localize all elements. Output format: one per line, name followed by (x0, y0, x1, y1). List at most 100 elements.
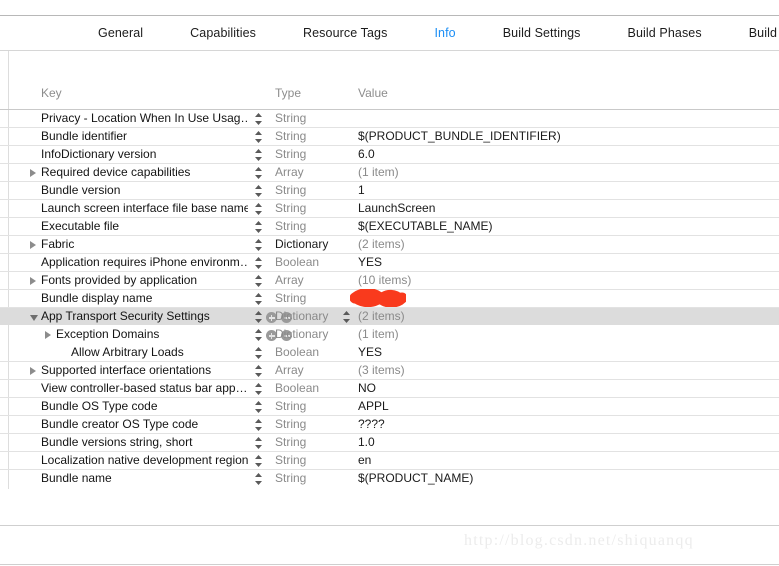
table-row[interactable]: Privacy - Location When In Use Usag… Stri… (0, 109, 779, 127)
cell-type[interactable]: String (275, 290, 353, 307)
key-type-stepper-icon[interactable] (253, 237, 264, 253)
key-type-stepper-icon[interactable] (253, 255, 264, 271)
cell-value[interactable]: LaunchScreen (358, 200, 758, 217)
cell-key[interactable]: Localization native development region (26, 452, 248, 469)
tab-info[interactable]: Info (434, 26, 455, 40)
cell-key[interactable]: Bundle creator OS Type code (26, 416, 248, 433)
table-row[interactable]: View controller-based status bar app… Boo… (0, 379, 779, 397)
key-type-stepper-icon[interactable] (253, 147, 264, 163)
tab-general[interactable]: General (98, 26, 143, 40)
table-row[interactable]: Required device capabilities Array (1 item… (0, 163, 779, 181)
tab-build-settings[interactable]: Build Settings (503, 26, 581, 40)
table-row[interactable]: Exception Domains Dictionary (1 item) (0, 325, 779, 343)
table-row[interactable]: InfoDictionary version String 6.0 (0, 145, 779, 163)
key-type-stepper-icon[interactable] (253, 309, 264, 325)
cell-value[interactable]: (1 item) (358, 164, 758, 181)
cell-value[interactable]: (3 items) (358, 362, 758, 379)
cell-type[interactable]: String (275, 146, 353, 163)
cell-value[interactable]: $(PRODUCT_BUNDLE_IDENTIFIER) (358, 128, 758, 145)
cell-value[interactable]: APPL (358, 398, 758, 415)
tab-build-phases[interactable]: Build Phases (628, 26, 702, 40)
table-row[interactable]: Fabric Dictionary (2 items) (0, 235, 779, 253)
tab-capabilities[interactable]: Capabilities (190, 26, 256, 40)
key-type-stepper-icon[interactable] (253, 345, 264, 361)
cell-value[interactable]: $(EXECUTABLE_NAME) (358, 218, 758, 235)
table-row[interactable]: Bundle OS Type code String APPL (0, 397, 779, 415)
cell-type[interactable]: String (275, 452, 353, 469)
cell-value[interactable]: YES (358, 254, 758, 271)
cell-value[interactable]: (2 items) (358, 236, 758, 253)
cell-type[interactable]: String (275, 470, 353, 487)
cell-key[interactable]: Executable file (26, 218, 248, 235)
cell-key[interactable]: Privacy - Location When In Use Usag… (26, 110, 248, 127)
key-type-stepper-icon[interactable] (253, 363, 264, 379)
cell-type[interactable]: Boolean (275, 380, 353, 397)
cell-type[interactable]: String (275, 182, 353, 199)
cell-type[interactable]: String (275, 398, 353, 415)
cell-key[interactable]: Bundle identifier (26, 128, 248, 145)
cell-key[interactable]: Fabric (26, 236, 248, 253)
table-row[interactable]: Supported interface orientations Array (3 … (0, 361, 779, 379)
cell-value[interactable]: en (358, 452, 758, 469)
table-row[interactable]: Bundle version String 1 (0, 181, 779, 199)
table-row[interactable]: Bundle creator OS Type code String???? (0, 415, 779, 433)
cell-key[interactable]: Bundle version (26, 182, 248, 199)
cell-type[interactable]: String (275, 128, 353, 145)
cell-key[interactable]: Fonts provided by application (26, 272, 248, 289)
column-header-type[interactable]: Type (275, 86, 301, 100)
cell-key[interactable]: Supported interface orientations (26, 362, 248, 379)
key-type-stepper-icon[interactable] (253, 129, 264, 145)
cell-key[interactable]: View controller-based status bar app… (26, 380, 248, 397)
cell-type[interactable]: String (275, 218, 353, 235)
table-row[interactable]: Bundle versions string, short String 1.0 (0, 433, 779, 451)
cell-key[interactable]: InfoDictionary version (26, 146, 248, 163)
cell-type[interactable]: String (275, 434, 353, 451)
cell-type[interactable]: String (275, 416, 353, 433)
cell-value[interactable] (358, 110, 758, 127)
table-row[interactable]: Allow Arbitrary Loads Boolean YES (0, 343, 779, 361)
cell-key[interactable]: Exception Domains (26, 326, 248, 343)
cell-type[interactable]: Boolean (275, 254, 353, 271)
cell-type[interactable]: Array (275, 164, 353, 181)
value-type-stepper-icon[interactable] (341, 309, 352, 325)
cell-key[interactable]: Bundle name (26, 470, 248, 487)
key-type-stepper-icon[interactable] (253, 327, 264, 343)
tab-build-rules[interactable]: Build Rules (749, 26, 779, 40)
cell-value[interactable] (358, 290, 758, 307)
key-type-stepper-icon[interactable] (253, 417, 264, 433)
key-type-stepper-icon[interactable] (253, 111, 264, 127)
cell-key[interactable]: Bundle display name (26, 290, 248, 307)
cell-key[interactable]: Launch screen interface file base name (26, 200, 248, 217)
key-type-stepper-icon[interactable] (253, 201, 264, 217)
table-row[interactable]: Launch screen interface file base name St… (0, 199, 779, 217)
cell-type[interactable]: Array (275, 272, 353, 289)
cell-key[interactable]: Required device capabilities (26, 164, 248, 181)
key-type-stepper-icon[interactable] (253, 471, 264, 487)
tab-resource-tags[interactable]: Resource Tags (303, 26, 387, 40)
cell-value[interactable]: ???? (358, 416, 758, 433)
cell-value[interactable]: YES (358, 344, 758, 361)
table-row[interactable]: Bundle identifier String $(PRODUCT_BUNDLE_… (0, 127, 779, 145)
cell-type[interactable]: Dictionary (275, 326, 353, 343)
key-type-stepper-icon[interactable] (253, 291, 264, 307)
cell-type[interactable]: String (275, 110, 353, 127)
column-header-value[interactable]: Value (358, 86, 388, 100)
cell-type[interactable]: Boolean (275, 344, 353, 361)
cell-key[interactable]: Allow Arbitrary Loads (26, 344, 248, 361)
table-row[interactable]: App Transport Security Settings Dictionar… (0, 307, 779, 325)
cell-type[interactable]: Dictionary (275, 236, 353, 253)
cell-type[interactable]: String (275, 200, 353, 217)
cell-value[interactable]: 1 (358, 182, 758, 199)
cell-key[interactable]: Bundle versions string, short (26, 434, 248, 451)
key-type-stepper-icon[interactable] (253, 219, 264, 235)
cell-value[interactable]: NO (358, 380, 758, 397)
table-row[interactable]: Localization native development region St… (0, 451, 779, 469)
key-type-stepper-icon[interactable] (253, 399, 264, 415)
key-type-stepper-icon[interactable] (253, 453, 264, 469)
column-header-key[interactable]: Key (41, 86, 62, 100)
key-type-stepper-icon[interactable] (253, 381, 264, 397)
cell-key[interactable]: Bundle OS Type code (26, 398, 248, 415)
table-row[interactable]: Application requires iPhone environm… Boo… (0, 253, 779, 271)
key-type-stepper-icon[interactable] (253, 435, 264, 451)
table-row[interactable]: Fonts provided by application Array (10 it… (0, 271, 779, 289)
